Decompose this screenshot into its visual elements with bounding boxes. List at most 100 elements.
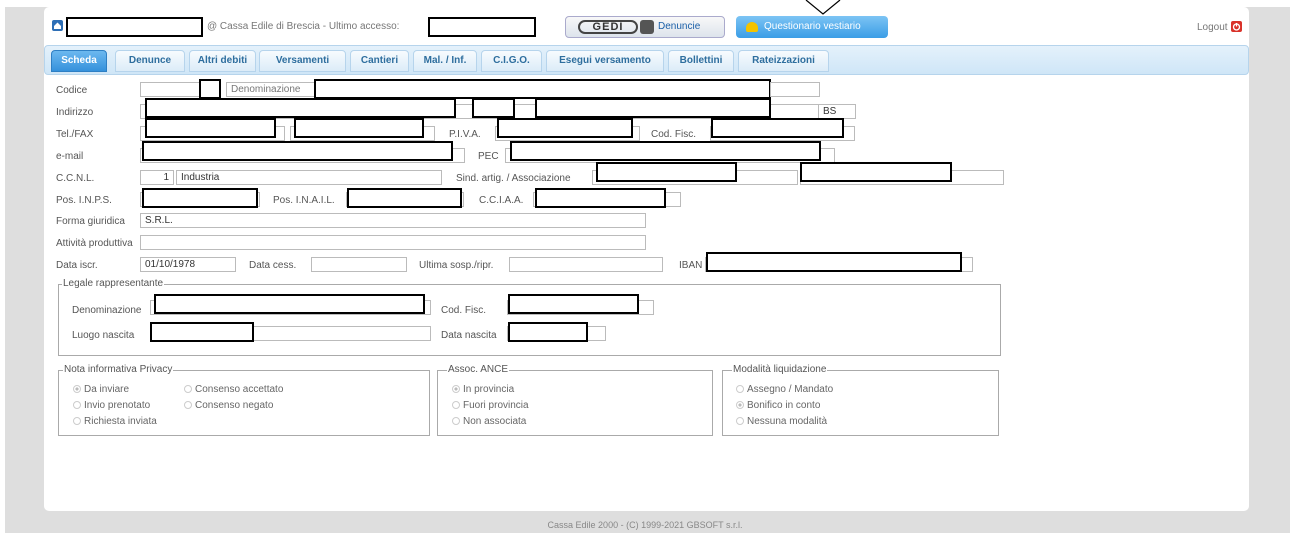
pec-label: PEC — [478, 151, 499, 162]
tab-esegui-versamento[interactable]: Esegui versamento — [546, 50, 664, 72]
email-label: e-mail — [56, 151, 84, 162]
forma-field[interactable]: S.R.L. — [140, 213, 646, 228]
data-iscr-label: Data iscr. — [56, 260, 98, 271]
inail-redacted — [347, 188, 462, 208]
radio-selected-icon — [73, 385, 81, 393]
radio-icon — [73, 417, 81, 425]
helmet-icon — [746, 22, 758, 32]
data-iscr-field[interactable]: 01/10/1978 — [140, 257, 236, 272]
gedi-logo: GEDI — [578, 20, 638, 34]
ance-radio-fuori-provincia[interactable]: Fuori provincia — [452, 400, 529, 411]
legale-denominazione-label: Denominazione — [72, 305, 142, 316]
tab-altri-debiti[interactable]: Altri debiti — [189, 50, 256, 72]
codice-redacted — [199, 79, 221, 99]
power-icon[interactable] — [1231, 21, 1242, 32]
codice-field[interactable] — [140, 82, 200, 97]
liquidazione-radio-bonifico[interactable]: Bonifico in conto — [736, 400, 820, 411]
gedi-mark-icon — [640, 20, 654, 34]
legale-codfisc-redacted — [508, 294, 639, 314]
footer-copyright: Cassa Edile 2000 - (C) 1999-2021 GBSOFT … — [547, 520, 743, 530]
denominazione-field-end[interactable] — [770, 82, 820, 97]
data-cess-field[interactable] — [311, 257, 407, 272]
ccnl-description-field[interactable]: Industria — [176, 170, 442, 185]
logout-link[interactable]: Logout — [1197, 22, 1228, 33]
tab-denunce[interactable]: Denunce — [115, 50, 185, 72]
privacy-radio-da-inviare[interactable]: Da inviare — [73, 384, 129, 395]
tab-bar: Scheda Denunce Altri debiti Versamenti C… — [44, 45, 1249, 75]
sind-redacted — [596, 162, 737, 182]
pec-redacted — [510, 141, 821, 161]
last-access-redacted — [428, 17, 536, 37]
legale-luogo-redacted — [150, 322, 254, 342]
radio-icon — [452, 401, 460, 409]
codfisc-label: Cod. Fisc. — [651, 129, 697, 140]
telfax-label: Tel./FAX — [56, 129, 94, 140]
forma-label: Forma giuridica — [56, 216, 125, 227]
comune-redacted — [535, 98, 771, 118]
denominazione-field[interactable]: Denominazione — [226, 82, 318, 97]
legale-denominazione-redacted — [154, 294, 425, 314]
tab-bollettini[interactable]: Bollettini — [668, 50, 734, 72]
gedi-denunce-button[interactable]: GEDI Denuncie — [565, 16, 725, 38]
tab-rateizzazioni[interactable]: Rateizzazioni — [738, 50, 829, 72]
tab-scheda[interactable]: Scheda — [51, 50, 107, 72]
tab-mal-inf[interactable]: Mal. / Inf. — [413, 50, 477, 72]
iban-label: IBAN — [679, 260, 703, 271]
legale-codfisc-label: Cod. Fisc. — [441, 305, 487, 316]
cciaa-redacted — [535, 188, 666, 208]
radio-icon — [184, 385, 192, 393]
radio-icon — [452, 417, 460, 425]
privacy-radio-richiesta-inviata[interactable]: Richiesta inviata — [73, 416, 157, 427]
tab-cantieri[interactable]: Cantieri — [350, 50, 409, 72]
legale-data-label: Data nascita — [441, 330, 497, 341]
ance-radio-in-provincia[interactable]: In provincia — [452, 384, 514, 395]
home-icon[interactable] — [52, 20, 63, 31]
company-name-redacted — [66, 17, 203, 37]
email-redacted — [142, 141, 453, 161]
radio-icon — [73, 401, 81, 409]
ance-radio-non-associata[interactable]: Non associata — [452, 416, 526, 427]
questionario-vestiario-button[interactable]: Questionario vestiario — [736, 16, 888, 38]
sind-name-redacted — [800, 162, 952, 182]
indirizzo-label: Indirizzo — [56, 107, 94, 118]
codfisc-redacted — [711, 118, 844, 138]
denunce-link-label: Denuncie — [658, 21, 701, 32]
piva-redacted — [497, 118, 633, 138]
radio-icon — [736, 417, 744, 425]
privacy-radio-consenso-negato[interactable]: Consenso negato — [184, 400, 273, 411]
cap-redacted — [472, 98, 515, 118]
privacy-radio-invio-prenotato[interactable]: Invio prenotato — [73, 400, 150, 411]
legale-data-redacted — [508, 322, 588, 342]
ance-legend: Assoc. ANCE — [447, 364, 510, 375]
provincia-field[interactable]: BS — [818, 104, 856, 119]
liquidazione-legend: Modalità liquidazione — [732, 364, 828, 375]
denominazione-redacted — [314, 79, 771, 99]
ultima-field[interactable] — [509, 257, 663, 272]
radio-selected-icon — [452, 385, 460, 393]
privacy-radio-consenso-accettato[interactable]: Consenso accettato — [184, 384, 283, 395]
liquidazione-radio-assegno[interactable]: Assegno / Mandato — [736, 384, 833, 395]
radio-icon — [736, 385, 744, 393]
legale-luogo-label: Luogo nascita — [72, 330, 135, 341]
fax-redacted — [294, 118, 424, 138]
inail-label: Pos. I.N.A.I.L. — [273, 195, 335, 206]
tel-redacted — [145, 118, 276, 138]
ccnl-label: C.C.N.L. — [56, 173, 95, 184]
tab-cigo[interactable]: C.I.G.O. — [481, 50, 542, 72]
dropdown-notch-icon — [805, 0, 841, 15]
liquidazione-radio-nessuna[interactable]: Nessuna modalità — [736, 416, 827, 427]
sind-label: Sind. artig. / Associazione — [456, 173, 571, 184]
piva-label: P.I.V.A. — [449, 129, 481, 140]
tab-versamenti[interactable]: Versamenti — [259, 50, 346, 72]
iban-redacted — [706, 252, 962, 272]
radio-selected-icon — [736, 401, 744, 409]
indirizzo-redacted — [145, 98, 456, 118]
ccnl-code-field[interactable]: 1 — [140, 170, 174, 185]
attivita-label: Attività produttiva — [56, 238, 133, 249]
legale-legend: Legale rappresentante — [62, 278, 165, 289]
codice-label: Codice — [56, 85, 88, 96]
questionario-label: Questionario vestiario — [764, 21, 861, 32]
attivita-field[interactable] — [140, 235, 646, 250]
privacy-legend: Nota informativa Privacy — [63, 364, 174, 375]
org-access-text: @ Cassa Edile di Brescia - Ultimo access… — [207, 21, 400, 32]
